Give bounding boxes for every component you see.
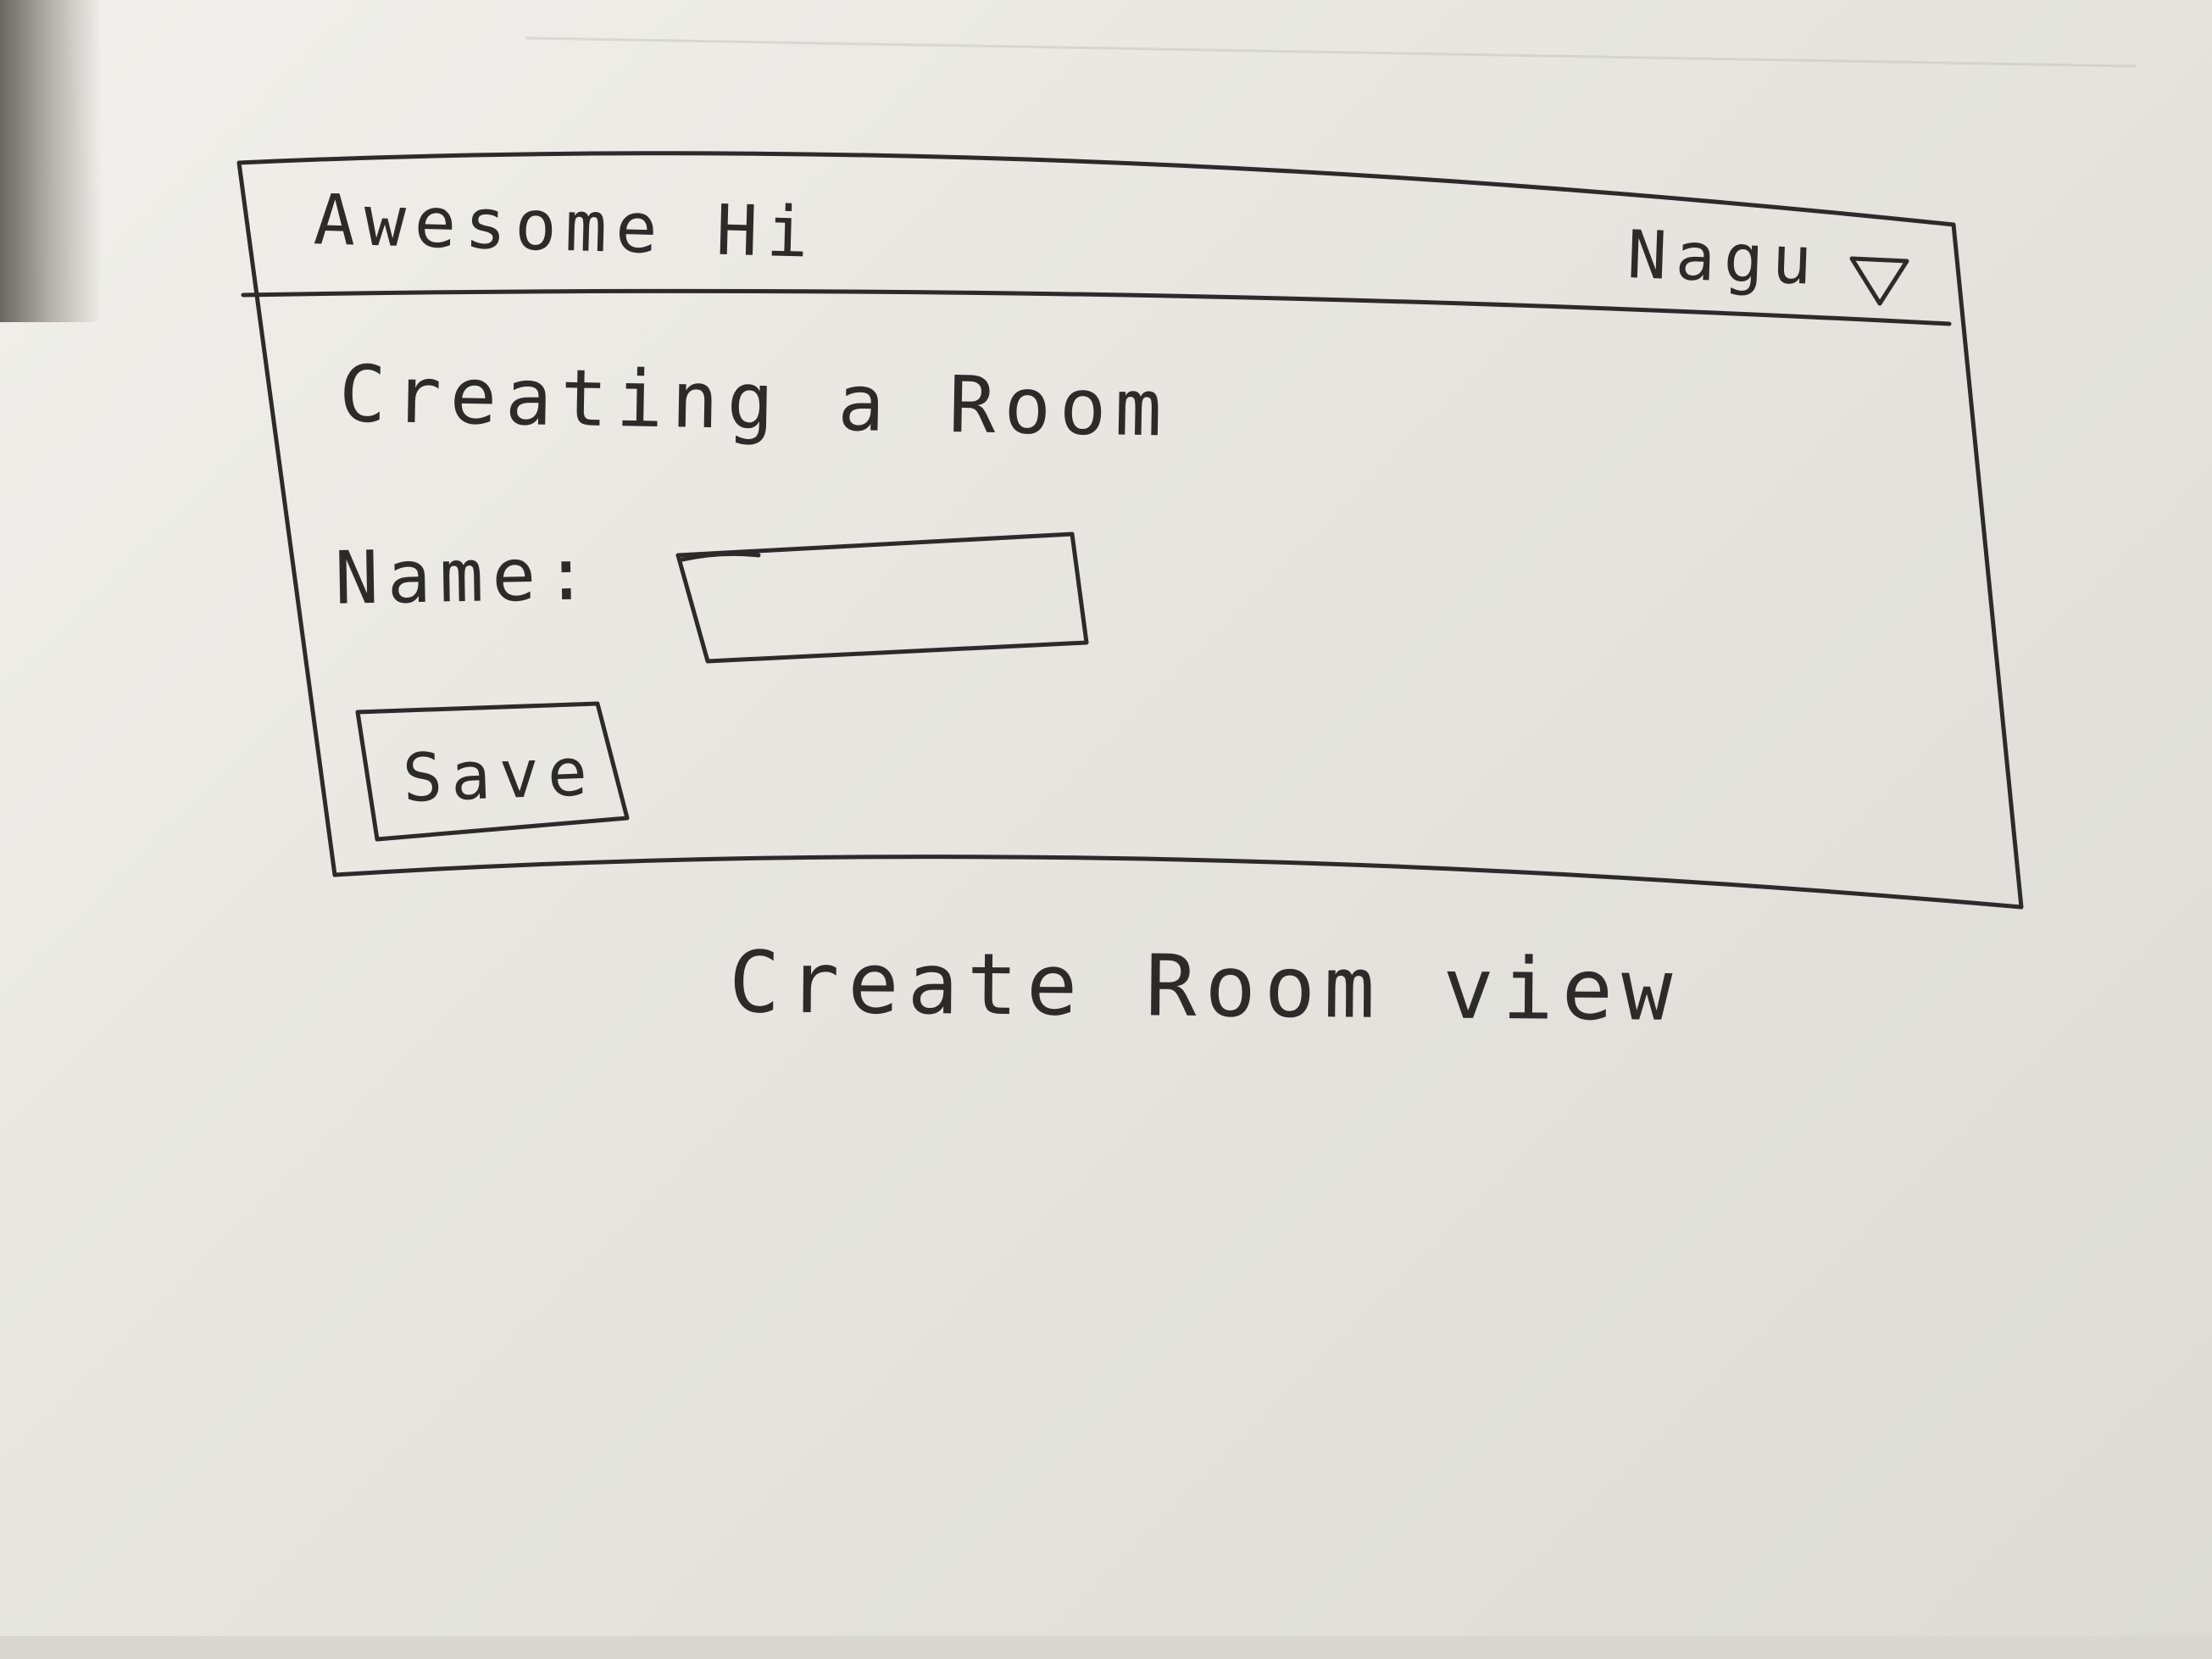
name-input[interactable] bbox=[685, 543, 1087, 646]
sketch-caption: Create Room view bbox=[728, 932, 1681, 1040]
app-title: Awesome Hi bbox=[312, 180, 818, 274]
dropdown-triangle-icon[interactable] bbox=[1849, 256, 1909, 307]
user-menu[interactable]: Nagu bbox=[1610, 212, 1932, 305]
name-label: Name: bbox=[334, 532, 597, 621]
save-button-label: Save bbox=[401, 734, 597, 817]
user-name: Nagu bbox=[1626, 217, 1822, 300]
page-title: Creating a Room bbox=[338, 348, 1171, 454]
